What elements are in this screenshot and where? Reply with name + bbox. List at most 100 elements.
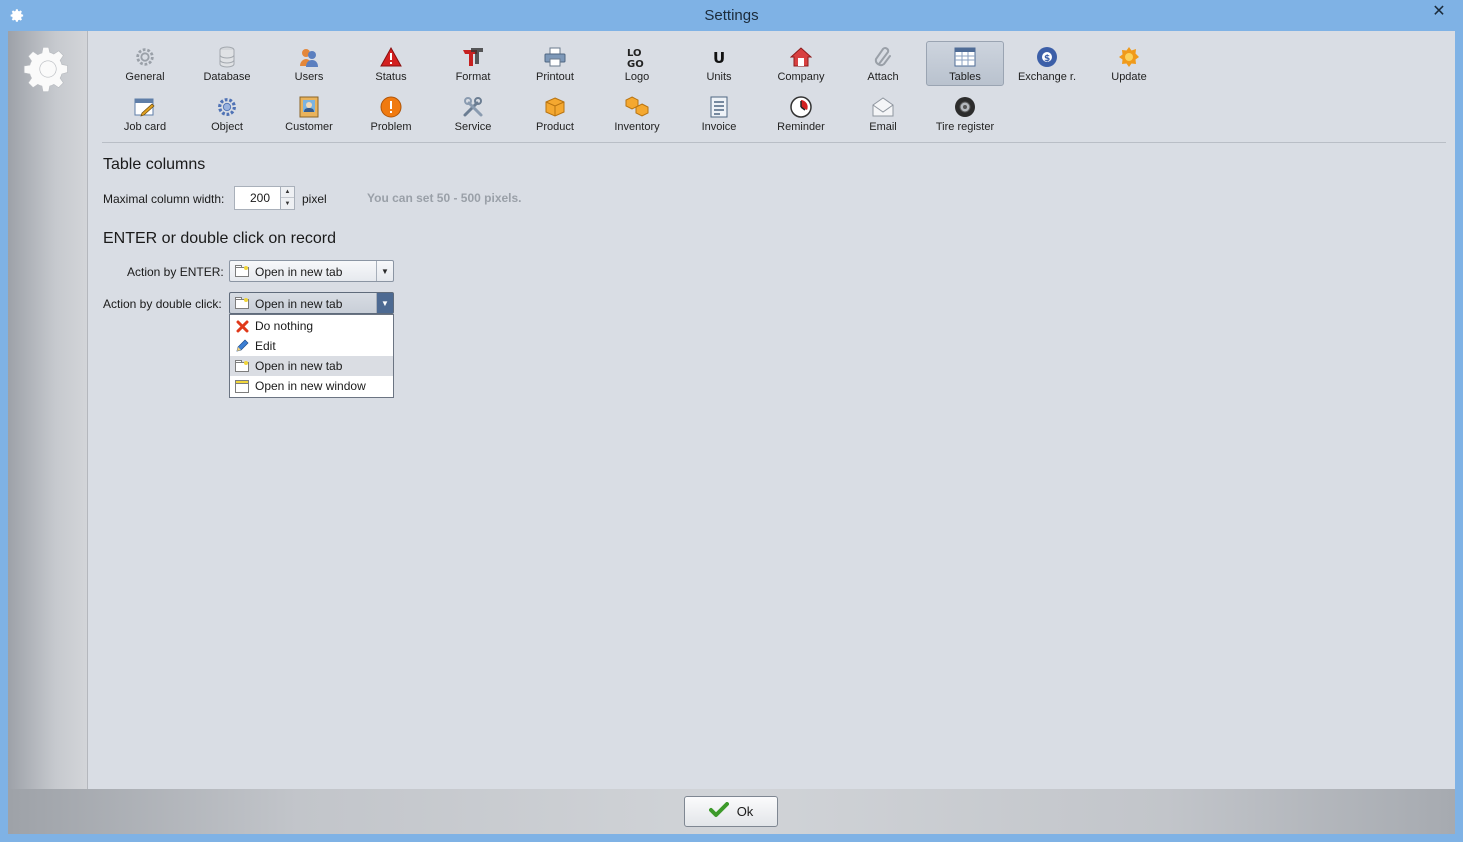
- max-column-width-spinner[interactable]: 200 ▲ ▼: [234, 186, 295, 210]
- tool-job-card[interactable]: Job card: [106, 91, 184, 136]
- option-label: Open in new tab: [255, 359, 343, 373]
- table-icon: [953, 45, 977, 69]
- tool-label: Reminder: [777, 121, 825, 133]
- double-click-action-select[interactable]: Open in new tab ▼: [229, 292, 394, 314]
- double-click-action-dropdown: Do nothing Edit Open in new tab Open in …: [229, 314, 394, 398]
- users-icon: [297, 45, 321, 69]
- database-icon: [215, 45, 239, 69]
- problem-icon: [379, 95, 403, 119]
- spin-down-button[interactable]: ▼: [281, 198, 294, 209]
- clock-icon: [789, 95, 813, 119]
- max-column-width-label: Maximal column width:: [103, 192, 225, 206]
- update-icon: [1117, 45, 1141, 69]
- spinner-buttons: ▲ ▼: [280, 187, 294, 209]
- tool-label: Attach: [867, 71, 899, 83]
- window-title: Settings: [704, 7, 759, 24]
- tool-general[interactable]: General: [106, 41, 184, 86]
- tool-label: Users: [294, 71, 324, 83]
- left-sidebar: [8, 31, 88, 789]
- tool-format[interactable]: Format: [434, 41, 512, 86]
- logo-icon: LO GO: [625, 45, 649, 69]
- tool-units[interactable]: U Units: [680, 41, 758, 86]
- dialog-footer: Ok: [8, 789, 1455, 834]
- house-icon: [789, 45, 813, 69]
- option-do-nothing[interactable]: Do nothing: [230, 316, 393, 336]
- tool-database[interactable]: Database: [188, 41, 266, 86]
- tire-icon: [953, 95, 977, 119]
- double-click-action-label: Action by double click:: [103, 297, 222, 311]
- tool-printout[interactable]: Printout: [516, 41, 594, 86]
- tool-label: Job card: [123, 121, 167, 133]
- tool-users[interactable]: Users: [270, 41, 348, 86]
- tool-status[interactable]: Status: [352, 41, 430, 86]
- option-edit[interactable]: Edit: [230, 336, 393, 356]
- tool-label: Format: [455, 71, 491, 83]
- option-open-in-new-window[interactable]: Open in new window: [230, 376, 393, 396]
- envelope-icon: [871, 95, 895, 119]
- new-tab-icon: [235, 359, 249, 373]
- red-x-icon: [235, 319, 249, 333]
- invoice-icon: [707, 95, 731, 119]
- spinner-value: 200: [249, 191, 270, 205]
- enter-action-select[interactable]: Open in new tab ▼: [229, 260, 394, 282]
- tool-reminder[interactable]: Reminder: [762, 91, 840, 136]
- tool-label: Update: [1111, 71, 1147, 83]
- tool-inventory[interactable]: Inventory: [598, 91, 676, 136]
- tool-label: Status: [375, 71, 407, 83]
- new-tab-icon: [235, 265, 249, 277]
- tool-label: Exchange r.: [1017, 71, 1077, 83]
- checkmark-icon: [708, 802, 729, 821]
- tool-label: Invoice: [701, 121, 737, 133]
- tool-label: Customer: [285, 121, 333, 133]
- tool-product[interactable]: Product: [516, 91, 594, 136]
- tool-label: Printout: [536, 71, 574, 83]
- tool-tables[interactable]: Tables: [926, 41, 1004, 86]
- close-button[interactable]: ✕: [1422, 1, 1456, 21]
- new-window-icon: [235, 379, 249, 393]
- warning-icon: [379, 45, 403, 69]
- tool-label: Tire register: [935, 121, 995, 133]
- tool-service[interactable]: Service: [434, 91, 512, 136]
- settings-category-toolbar: General Database Users Status Format Pri…: [106, 41, 1446, 141]
- tool-attach[interactable]: Attach: [844, 41, 922, 86]
- tool-logo[interactable]: LO GO Logo: [598, 41, 676, 86]
- svg-text:$: $: [1044, 54, 1050, 64]
- gear-icon: [133, 45, 157, 69]
- tool-label: Inventory: [614, 121, 660, 133]
- option-open-in-new-tab[interactable]: Open in new tab: [230, 356, 393, 376]
- tool-object[interactable]: Object: [188, 91, 266, 136]
- tool-label: Database: [203, 71, 251, 83]
- svg-text:LO: LO: [627, 48, 642, 59]
- paperclip-icon: [871, 45, 895, 69]
- tool-customer[interactable]: Customer: [270, 91, 348, 136]
- svg-text:U: U: [713, 49, 725, 67]
- chevron-down-icon[interactable]: ▼: [376, 293, 393, 313]
- option-label: Edit: [255, 339, 276, 353]
- tool-label: Units: [706, 71, 732, 83]
- tool-label: Problem: [370, 121, 412, 133]
- boxes-icon: [625, 95, 649, 119]
- tool-exchange-rate[interactable]: $ Exchange r.: [1008, 41, 1086, 86]
- enter-action-label: Action by ENTER:: [127, 265, 224, 279]
- pencil-icon: [235, 339, 249, 353]
- customer-icon: [297, 95, 321, 119]
- table-columns-heading: Table columns: [103, 156, 206, 173]
- tool-label: Product: [536, 121, 574, 133]
- format-icon: [461, 45, 485, 69]
- chevron-down-icon[interactable]: ▼: [376, 261, 393, 281]
- option-label: Do nothing: [255, 319, 314, 333]
- tool-update[interactable]: Update: [1090, 41, 1168, 86]
- tool-problem[interactable]: Problem: [352, 91, 430, 136]
- tool-label: Logo: [624, 71, 650, 83]
- tools-icon: [461, 95, 485, 119]
- tool-label: Object: [211, 121, 243, 133]
- tool-invoice[interactable]: Invoice: [680, 91, 758, 136]
- tool-email[interactable]: Email: [844, 91, 922, 136]
- tool-company[interactable]: Company: [762, 41, 840, 86]
- tool-tire-register[interactable]: Tire register: [926, 91, 1004, 136]
- enter-action-value: Open in new tab: [255, 265, 343, 279]
- spin-up-button[interactable]: ▲: [281, 187, 294, 198]
- tool-label: Tables: [949, 71, 981, 83]
- ok-button[interactable]: Ok: [684, 796, 778, 827]
- gear-icon: [22, 43, 74, 95]
